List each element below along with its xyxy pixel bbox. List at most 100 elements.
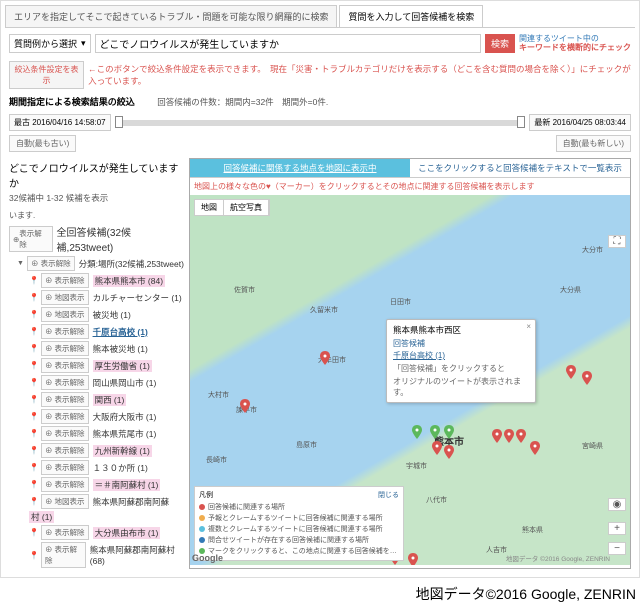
row-toggle-button[interactable]: ⊕ 表示解除 bbox=[41, 375, 89, 390]
tree-item[interactable]: 大分県由布市 (1) bbox=[93, 527, 161, 539]
close-icon[interactable]: × bbox=[526, 322, 531, 331]
display-release-button[interactable]: ⊕ 表示解除 bbox=[27, 256, 75, 271]
map-type-tabs[interactable]: 地図航空写真 bbox=[194, 199, 270, 216]
pin-icon: 📍 bbox=[29, 429, 39, 438]
map-marker[interactable] bbox=[566, 365, 576, 375]
footer-credit: 地図データ©2016 Google, ZENRIN bbox=[0, 578, 640, 604]
filter-settings-button[interactable]: 絞込条件設定を表示 bbox=[9, 61, 84, 89]
tree-item[interactable]: １３０か所 (1) bbox=[93, 462, 148, 474]
row-toggle-button[interactable]: ⊕ 表示解除 bbox=[41, 392, 89, 407]
map-label: 大村市 bbox=[208, 390, 229, 400]
map-marker[interactable] bbox=[412, 425, 422, 435]
popup-answer-link[interactable]: 千原台高校 (1) bbox=[393, 350, 529, 361]
row-toggle-button[interactable]: ⊕ 表示解除 bbox=[41, 426, 89, 441]
pin-icon: 📍 bbox=[29, 293, 39, 302]
map-popup: × 熊本県熊本市西区 回答候補 千原台高校 (1) 「回答候補」をクリックすると… bbox=[386, 319, 536, 403]
period-slider[interactable] bbox=[115, 120, 526, 126]
tree-item[interactable]: 九州新幹線 (1) bbox=[93, 445, 152, 457]
zoom-out-button[interactable]: − bbox=[608, 542, 626, 555]
tree-item[interactable]: 岡山県岡山市 (1) bbox=[93, 377, 157, 389]
fullscreen-icon[interactable]: ⛶ bbox=[608, 235, 626, 248]
pin-icon: 📍 bbox=[29, 412, 39, 421]
tree-item[interactable]: 熊本県荒尾市 (1) bbox=[93, 428, 157, 440]
map-marker[interactable] bbox=[430, 425, 440, 435]
map-label: 八代市 bbox=[426, 495, 447, 505]
tree-item[interactable]: 熊本県阿蘇郡南阿蘇村 (68) bbox=[90, 544, 185, 566]
pin-icon: 📍 bbox=[29, 446, 39, 455]
side-sub: 32候補中 1-32 候補を表示 bbox=[9, 192, 185, 208]
period-newest: 最新 2016/04/25 08:03:44 bbox=[529, 114, 631, 131]
pin-icon: 📍 bbox=[29, 480, 39, 489]
tree-item[interactable]: ＝＃南阿蘇村 (1) bbox=[93, 479, 161, 491]
map-marker[interactable] bbox=[504, 429, 514, 439]
row-toggle-button[interactable]: ⊕ 表示解除 bbox=[41, 273, 89, 288]
google-logo: Google bbox=[192, 553, 223, 563]
legend-close[interactable]: 閉じる bbox=[378, 490, 399, 500]
map-marker[interactable] bbox=[240, 399, 250, 409]
popup-addr: 熊本県熊本市西区 bbox=[393, 324, 529, 336]
map-label: 宮崎県 bbox=[582, 441, 603, 451]
map-marker[interactable] bbox=[516, 429, 526, 439]
map-marker[interactable] bbox=[582, 371, 592, 381]
tree-item[interactable]: カルチャーセンター (1) bbox=[93, 292, 182, 304]
popup-help2: オリジナルのツイートが表示されます。 bbox=[393, 376, 529, 398]
map-note: 地図上の様々な色の♥（マーカー）をクリックするとその地点に関連する回答候補を表示… bbox=[190, 178, 630, 195]
row-toggle-button[interactable]: ⊕ 表示解除 bbox=[41, 358, 89, 373]
streetview-icon[interactable]: ◉ bbox=[608, 498, 626, 511]
chevron-down-icon: ▾ bbox=[81, 38, 86, 49]
legend-row: 予報とクレームするツイートに回答候補に関連する場所 bbox=[199, 513, 399, 523]
tab-area-search[interactable]: エリアを指定してそこで起きているトラブル・問題を可能な限り網羅的に検索 bbox=[5, 5, 337, 27]
tree-item[interactable]: 熊本県熊本市 (84) bbox=[93, 275, 165, 287]
tweet-keyword-link[interactable]: 関連するツイート中のキーワードを横断的にチェック bbox=[519, 35, 631, 53]
map-marker[interactable] bbox=[408, 553, 418, 563]
zoom-in-button[interactable]: + bbox=[608, 522, 626, 535]
search-button[interactable]: 検索 bbox=[485, 34, 515, 53]
auto-newest-button[interactable]: 自動(最も新しい) bbox=[556, 135, 631, 152]
side-title: どこでノロウイルスが発生していますか bbox=[9, 158, 185, 192]
row-toggle-button[interactable]: ⊕ 表示解除 bbox=[41, 409, 89, 424]
tree-item[interactable]: 関西 (1) bbox=[93, 394, 127, 406]
row-toggle-button[interactable]: ⊕ 表示解除 bbox=[41, 341, 89, 356]
tree-item[interactable]: 被災地 (1) bbox=[93, 309, 131, 321]
row-toggle-button[interactable]: ⊕ 表示解除 bbox=[41, 460, 89, 475]
tab-question-search[interactable]: 質問を入力して回答候補を検索 bbox=[339, 5, 483, 27]
map-label: 久留米市 bbox=[310, 305, 338, 315]
row-toggle-button[interactable]: ⊕ 表示解除 bbox=[41, 324, 89, 339]
tree-item[interactable]: 熊本被災地 (1) bbox=[93, 343, 148, 355]
tree-item[interactable]: 大阪府大阪市 (1) bbox=[93, 411, 157, 423]
tree-item[interactable]: 千原台高校 (1) bbox=[93, 326, 148, 338]
legend-row: マークをクリックすると、この地点に関連する回答候補を… bbox=[199, 546, 399, 556]
show-on-map-button[interactable]: 回答候補に関係する地点を地図に表示中 bbox=[190, 159, 410, 178]
map-marker[interactable] bbox=[432, 441, 442, 451]
period-oldest: 最古 2016/04/16 14:58:07 bbox=[9, 114, 111, 131]
row-toggle-button[interactable]: ⊕ 地図表示 bbox=[41, 290, 89, 305]
period-count: 回答候補の件数：期間内=32件 期間外=0件. bbox=[157, 97, 328, 107]
pin-icon: 📍 bbox=[29, 310, 39, 319]
legend-row: 複数とクレームするツイートに回答候補に関連する場所 bbox=[199, 524, 399, 534]
map-marker[interactable] bbox=[492, 429, 502, 439]
row-toggle-button[interactable]: ⊕ 表示解除 bbox=[41, 477, 89, 492]
row-toggle-button[interactable]: ⊕ 表示解除 bbox=[41, 443, 89, 458]
period-label: 期間指定による検索結果の絞込 bbox=[9, 95, 135, 108]
question-input[interactable] bbox=[95, 34, 481, 53]
display-release-button[interactable]: ⊕ 表示解除 bbox=[9, 226, 53, 252]
show-as-text-link[interactable]: ここをクリックすると回答候補をテキストで一覧表示 bbox=[410, 159, 630, 178]
row-toggle-button[interactable]: ⊕ 地図表示 bbox=[41, 307, 89, 322]
map-marker[interactable] bbox=[530, 441, 540, 451]
map-label: 熊本県 bbox=[522, 525, 543, 535]
tree-item[interactable]: 厚生労働省 (1) bbox=[93, 360, 152, 372]
pin-icon: 📍 bbox=[29, 378, 39, 387]
pin-icon: 📍 bbox=[29, 395, 39, 404]
side-guide: います. bbox=[9, 208, 185, 223]
map-marker[interactable] bbox=[444, 425, 454, 435]
legend-row: 回答候補に関連する場所 bbox=[199, 502, 399, 512]
map-label: 宇城市 bbox=[406, 461, 427, 471]
auto-oldest-button[interactable]: 自動(最も古い) bbox=[9, 135, 76, 152]
map-label: 島原市 bbox=[296, 440, 317, 450]
tree-root[interactable]: 全回答候補(32候補,253tweet) bbox=[57, 224, 185, 254]
map-marker[interactable] bbox=[444, 445, 454, 455]
popup-help1: 「回答候補」をクリックすると bbox=[393, 363, 529, 374]
map-marker[interactable] bbox=[320, 351, 330, 361]
example-selector[interactable]: 質問例から選択▾ bbox=[9, 34, 91, 53]
map-canvas[interactable]: 地図航空写真 佐賀市久留米市日田市大牟田市大分県大村市諫早市島原市宇城市長崎市天… bbox=[190, 195, 630, 565]
